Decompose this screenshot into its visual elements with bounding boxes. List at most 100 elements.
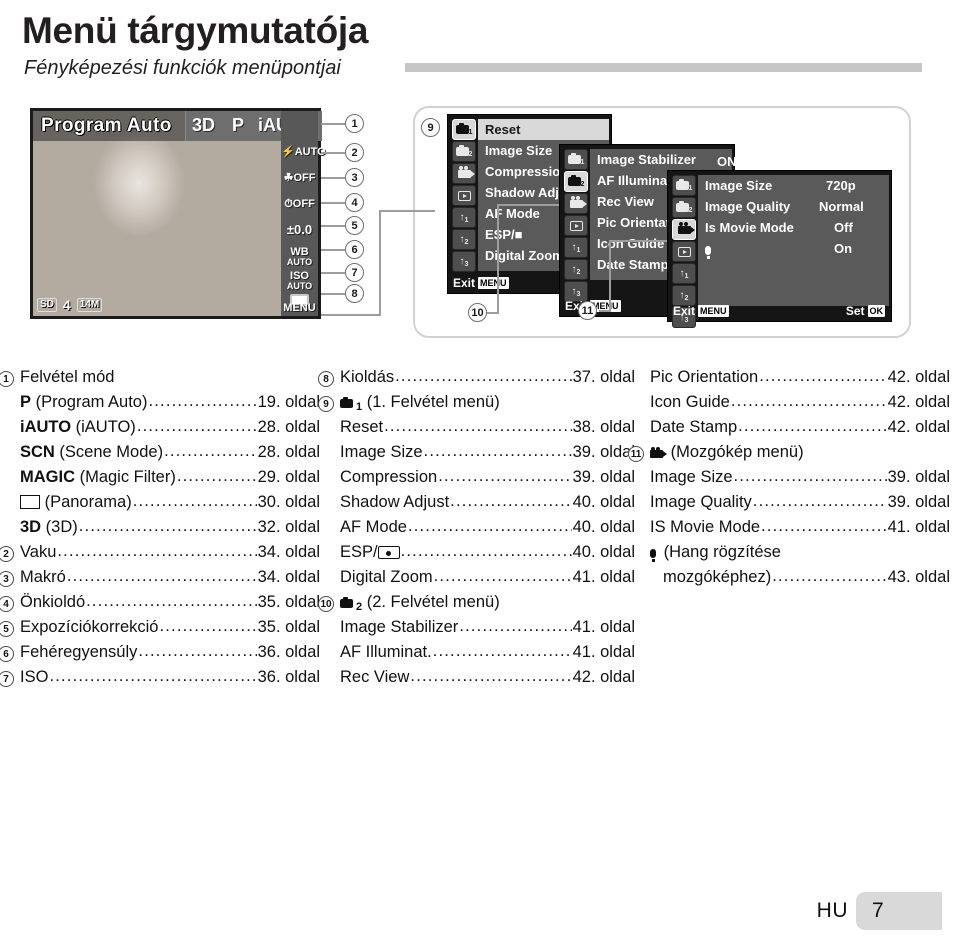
dot-leader: ........................................… xyxy=(395,367,571,385)
tab2-camera1[interactable]: 1 xyxy=(564,149,588,170)
lcd-status-column: ⚡AUTO ☘OFF ⏱OFF ±0.0 WB AUTO ISO AUTO MENU xyxy=(281,111,326,316)
leader-6 xyxy=(321,249,345,251)
tab-camera1[interactable]: 1 xyxy=(452,119,476,140)
shots-remaining: 4 xyxy=(62,297,71,313)
menu3-value-3: On xyxy=(834,241,853,256)
tab2-setup2[interactable]: ↑ 2 xyxy=(564,259,588,280)
tab3-camera2[interactable]: 2 xyxy=(672,197,696,218)
entry-page: 28. oldal xyxy=(257,418,320,436)
mode-label: Program Auto xyxy=(41,115,172,136)
index-entry: Image Size .............................… xyxy=(650,467,950,493)
dot-leader: ........................................… xyxy=(752,492,887,510)
index-entry: 3D (3D) ................................… xyxy=(20,517,320,543)
lcd-bottom-indicators: SD 4 14M xyxy=(37,297,103,313)
entry-page: 19. oldal xyxy=(257,393,320,411)
entry-marker: 7 xyxy=(0,671,14,687)
page-subtitle: Fényképezési funkciók menüpontjai xyxy=(24,57,341,79)
tab2-camera2[interactable]: 2 xyxy=(564,171,588,192)
menu-screen-movie[interactable]: 1 2 ↑ 1 ↑ 2 ↑ 3 Image Size 720p Image Quali… xyxy=(667,170,892,328)
dot-leader: ........................................… xyxy=(176,467,257,485)
entry-page: 28. oldal xyxy=(257,443,320,461)
entry-label: (2. Felvétel menü) xyxy=(366,593,500,611)
menu3-exit[interactable]: Exit MENU xyxy=(673,304,729,318)
entry-page: 39. oldal xyxy=(887,493,950,511)
manual-page: Menü tárgymutatója Fényképezési funkciók… xyxy=(0,0,960,948)
leader-8 xyxy=(321,293,345,295)
tab-setup3[interactable]: ↑ 3 xyxy=(452,251,476,272)
index-entry: mozgóképhez) ...........................… xyxy=(650,567,950,593)
leader-10-h2 xyxy=(497,204,559,206)
tab2-setup1[interactable]: ↑ 1 xyxy=(564,237,588,258)
entry-prefix: iAUTO xyxy=(20,418,72,436)
entry-page: 41. oldal xyxy=(887,518,950,536)
menu2-tab-column: 1 2 ↑ 1 ↑ 2 ↑ 3 xyxy=(564,149,588,303)
flash-status: ⚡AUTO xyxy=(281,146,326,158)
tab-setup1[interactable]: ↑ 1 xyxy=(452,207,476,228)
tab3-setup1[interactable]: ↑ 1 xyxy=(672,263,696,284)
tab-camera2[interactable]: 2 xyxy=(452,141,476,162)
mode-3d-label: 3D xyxy=(192,115,216,135)
callout-3: 3 xyxy=(345,168,364,187)
menu3-row-sound-record[interactable]: On xyxy=(698,238,889,259)
callout-10: 10 xyxy=(468,303,487,322)
entry-page: 38. oldal xyxy=(572,418,635,436)
header-rule xyxy=(405,63,922,72)
esp-icon xyxy=(377,546,400,559)
entry-page: 41. oldal xyxy=(572,568,635,586)
menu1-exit[interactable]: Exit MENU xyxy=(453,276,509,290)
menu3-row-is-movie-mode[interactable]: Is Movie Mode Off xyxy=(698,217,889,238)
tab-setup2[interactable]: ↑ 2 xyxy=(452,229,476,250)
tab3-camera1[interactable]: 1 xyxy=(672,175,696,196)
callout-6: 6 xyxy=(345,240,364,259)
menu3-row-image-quality[interactable]: Image Quality Normal xyxy=(698,196,889,217)
dot-leader: ........................................… xyxy=(138,642,256,660)
dot-leader: ........................................… xyxy=(438,467,572,485)
index-entry: Pic Orientation ........................… xyxy=(650,367,950,393)
entry-marker: 8 xyxy=(318,371,334,387)
entry-page: 32. oldal xyxy=(257,518,320,536)
dot-leader: ........................................… xyxy=(410,667,571,685)
tab3-movie[interactable] xyxy=(672,219,696,240)
tab-movie[interactable] xyxy=(452,163,476,184)
menu3-key-icon: MENU xyxy=(698,305,729,317)
entry-label: (Magic Filter) xyxy=(75,468,176,486)
index-entry: SCN (Scene Mode) .......................… xyxy=(20,442,320,468)
index-entry: Image Quality ..........................… xyxy=(650,492,950,518)
leader-11-v xyxy=(609,240,611,312)
menu3-set-label: Set xyxy=(845,304,865,318)
entry-label: Icon Guide xyxy=(650,393,730,411)
menu3-row-image-size[interactable]: Image Size 720p xyxy=(698,175,889,196)
menu2-row-image-stabilizer[interactable]: Image Stabilizer xyxy=(590,149,732,170)
entry-marker: 9 xyxy=(318,396,334,412)
leader-11-h xyxy=(599,310,611,312)
language-code: HU xyxy=(816,899,848,922)
index-entry: Shadow Adjust ..........................… xyxy=(340,492,635,518)
tab2-movie[interactable] xyxy=(564,193,588,214)
dot-leader: ........................................… xyxy=(159,617,256,635)
entry-label: Image Quality xyxy=(650,493,752,511)
sd-card-icon: SD xyxy=(37,298,57,312)
menu1-row-reset[interactable]: Reset xyxy=(478,119,609,140)
leader-11-h2 xyxy=(609,240,667,242)
entry-marker: 1 xyxy=(0,371,14,387)
index-entry: 8 Kioldás ..............................… xyxy=(318,367,635,393)
entry-label: Expozíciókorrekció xyxy=(20,618,159,636)
leader-10-v2 xyxy=(497,204,499,296)
leader-3 xyxy=(321,177,345,179)
index-entry: Digital Zoom ...........................… xyxy=(340,567,635,593)
mic-icon xyxy=(650,544,656,563)
tab3-setup2[interactable]: ↑ 2 xyxy=(672,285,696,306)
entry-label: Date Stamp xyxy=(650,418,738,436)
ok-key-icon: OK xyxy=(867,305,885,317)
menu3-list: Image Size 720p Image Quality Normal Is … xyxy=(698,175,889,306)
tab-playback[interactable] xyxy=(452,185,476,206)
index-column-3: Pic Orientation ........................… xyxy=(628,367,950,593)
callout-5: 5 xyxy=(345,216,364,235)
dot-leader: ........................................… xyxy=(730,392,887,410)
tab2-playback[interactable] xyxy=(564,215,588,236)
menu3-set[interactable]: Set OK xyxy=(846,304,885,318)
tab3-playback[interactable] xyxy=(672,241,696,262)
menu-key-icon: MENU xyxy=(478,277,509,289)
entry-page: 42. oldal xyxy=(887,418,950,436)
index-entry: 4 Önkioldó .............................… xyxy=(0,592,320,618)
